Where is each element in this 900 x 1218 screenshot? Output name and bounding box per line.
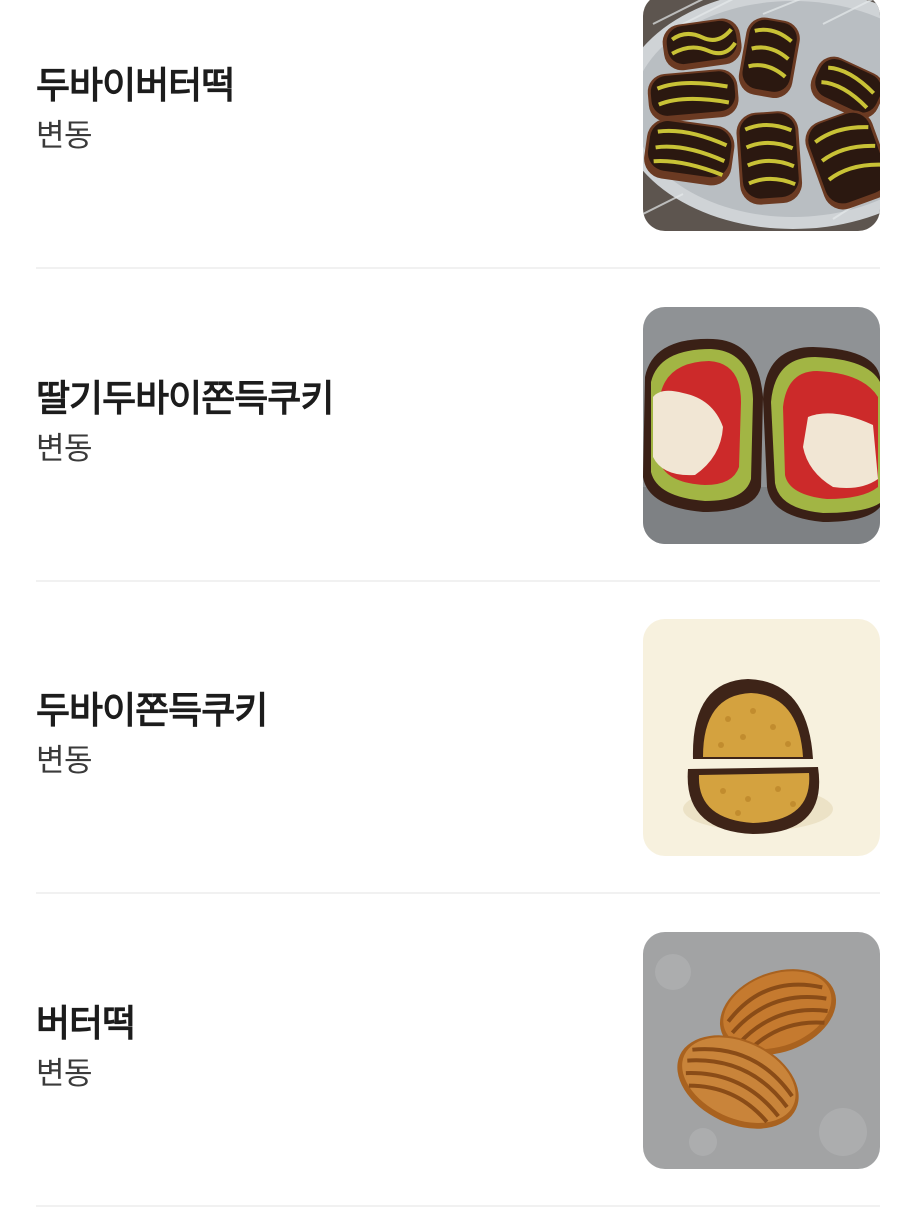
- menu-item-text: 딸기두바이쫀득쿠키 변동: [36, 376, 334, 468]
- menu-item-name: 버터떡: [36, 1002, 136, 1045]
- butter-rice-cake-photo: [643, 932, 880, 1169]
- menu-item-text: 버터떡 변동: [36, 1001, 136, 1093]
- menu-item-strawberry-dubai-cookie[interactable]: 딸기두바이쫀득쿠키 변동: [36, 270, 880, 582]
- menu-item-butter-tteok[interactable]: 버터떡 변동: [36, 895, 880, 1207]
- menu-item-name: 딸기두바이쫀득쿠키: [36, 377, 334, 420]
- menu-item-price: 변동: [36, 118, 93, 154]
- menu-item-name: 두바이버터떡: [36, 64, 235, 107]
- strawberry-dubai-chewy-cookie-photo: [643, 307, 880, 544]
- menu-item-thumbnail[interactable]: [643, 307, 880, 544]
- menu-item-name: 두바이쫀득쿠키: [36, 689, 268, 732]
- menu-item-thumbnail[interactable]: [643, 619, 880, 856]
- menu-list: 두바이버터떡 변동 딸기두바이쫀득쿠키 변동 두바이쫀득쿠키 변동 버터떡 변동: [0, 0, 900, 1218]
- menu-item-price: 변동: [36, 743, 93, 779]
- menu-item-dubai-chewy-cookie[interactable]: 두바이쫀득쿠키 변동: [36, 582, 880, 894]
- menu-item-price: 변동: [36, 1056, 93, 1092]
- menu-item-thumbnail[interactable]: [643, 0, 880, 231]
- menu-item-price: 변동: [36, 431, 93, 467]
- menu-item-dubai-butter-tteok[interactable]: 두바이버터떡 변동: [36, 0, 880, 269]
- menu-item-thumbnail[interactable]: [643, 932, 880, 1169]
- menu-item-text: 두바이버터떡 변동: [36, 63, 235, 155]
- dubai-chewy-cookie-photo: [643, 619, 880, 856]
- dubai-butter-rice-cake-photo: [643, 0, 880, 231]
- menu-item-text: 두바이쫀득쿠키 변동: [36, 688, 268, 780]
